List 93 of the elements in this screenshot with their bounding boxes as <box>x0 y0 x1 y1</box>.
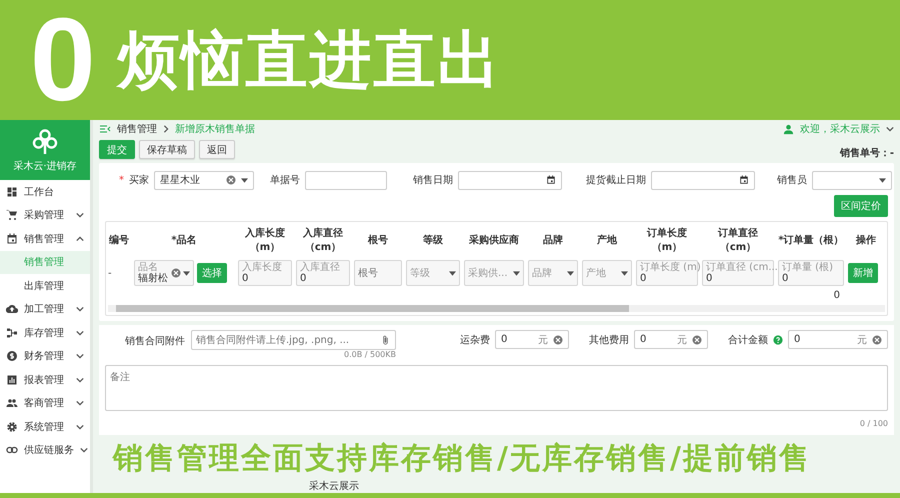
sidebar-item[interactable]: 报表管理 <box>0 368 90 392</box>
field-label: 其他费用 <box>589 334 629 346</box>
field-label: 销售合同附件 <box>125 335 185 348</box>
sidebar-item[interactable]: 客商管理 <box>0 392 90 415</box>
field-label: 运杂费 <box>460 334 490 346</box>
help-icon <box>773 334 783 344</box>
field-label: 销售员 <box>777 174 807 187</box>
column-header: *订单量（根） <box>777 234 845 248</box>
input-field[interactable] <box>305 170 387 190</box>
caret-down-icon <box>513 270 520 276</box>
input-field[interactable]: 入库直径 0 <box>296 260 350 286</box>
clear-icon[interactable] <box>171 268 181 278</box>
amount-field[interactable]: 0 元 <box>788 330 888 349</box>
caret-down-icon <box>449 270 456 276</box>
sidebar-item[interactable]: 供应链服务 <box>0 438 90 462</box>
cloud-upload-icon <box>6 303 18 316</box>
clear-icon[interactable] <box>226 175 236 185</box>
amount-field[interactable]: 0 元 <box>634 330 708 349</box>
toolbar-button[interactable]: 返回 <box>199 140 235 159</box>
field-label: 单据号 <box>270 174 300 187</box>
app-name: 采木云·进销存 <box>13 160 77 172</box>
field-label: 提货截止日期 <box>586 174 646 187</box>
banner-digit: 0 <box>30 1 96 119</box>
column-header: 订单长度（m） <box>646 226 688 255</box>
user-icon <box>783 124 794 135</box>
creator-name: 采木云展示 <box>309 481 359 492</box>
file-size: 0.0B / 500KB <box>344 350 396 359</box>
file-field[interactable]: 销售合同附件请上传.jpg, .png, ... <box>191 330 396 350</box>
chevron-down-icon <box>886 125 894 134</box>
logo-icon <box>31 128 59 156</box>
toolbar-button[interactable]: 保存草稿 <box>139 140 195 159</box>
select-field[interactable]: 星星木业 <box>154 170 254 190</box>
network-icon <box>6 326 18 339</box>
input-field[interactable]: 订单长度 (m) 0 <box>636 260 698 286</box>
column-header: *品名 <box>170 234 198 248</box>
sidebar-item[interactable]: 销售管理 <box>0 227 90 250</box>
column-header: 订单直径（cm） <box>716 226 759 255</box>
people-icon <box>6 397 18 410</box>
column-header: 根号 <box>366 234 389 248</box>
order-number: 销售单号：- <box>840 146 894 160</box>
calendar-icon <box>739 175 749 185</box>
caret-down-icon <box>621 270 628 276</box>
caret-down-icon <box>241 178 248 182</box>
sidebar-item[interactable]: 采购管理 <box>0 204 90 227</box>
input-field[interactable]: 入库长度 0 <box>238 260 292 286</box>
settings-icon <box>6 420 18 433</box>
date-field[interactable] <box>651 170 755 190</box>
amount-field[interactable]: 0 元 <box>495 330 569 349</box>
sidebar-item[interactable]: 财务管理 <box>0 344 90 368</box>
sidebar-item[interactable]: 加工管理 <box>0 298 90 321</box>
field-label: 合计金额 <box>728 334 768 346</box>
breadcrumb-link[interactable]: 销售管理 <box>117 122 157 136</box>
required-mark: * <box>119 174 124 186</box>
field-label: 买家 <box>129 174 149 187</box>
product-select[interactable]: 品名 辐射松 <box>134 260 194 286</box>
slogan: 销售管理全面支持库存销售/无库存销售/提前销售 <box>113 441 811 476</box>
sidebar-subitem[interactable]: 出库管理 <box>0 274 90 298</box>
caret-down-icon <box>567 270 574 276</box>
banner-headline: 烦恼直进直出 <box>118 22 502 98</box>
table-cell: - <box>108 268 112 278</box>
menu-icon <box>99 123 111 136</box>
clear-icon[interactable] <box>692 334 702 344</box>
input-field[interactable]: 订单量 (根) 0 <box>778 260 844 286</box>
caret-down-icon <box>183 270 190 276</box>
caret-down-icon <box>879 178 886 182</box>
calendar-icon <box>6 232 18 245</box>
clear-icon[interactable] <box>872 334 882 344</box>
column-header: 编号 <box>108 234 130 248</box>
bar-chart-icon <box>6 374 18 386</box>
column-header: 入库直径（cm） <box>302 226 344 255</box>
input-field[interactable]: 根号 <box>354 260 402 286</box>
field-label: 销售日期 <box>413 174 453 187</box>
column-header: 品牌 <box>542 234 564 248</box>
column-header: 入库长度（m） <box>244 226 286 255</box>
remarks-field[interactable]: 备注 <box>105 365 888 411</box>
clear-icon[interactable] <box>553 334 563 344</box>
sidebar-item[interactable]: 库存管理 <box>0 321 90 344</box>
dollar-icon <box>6 350 18 362</box>
column-header: 采购供应商 <box>468 233 520 248</box>
sidebar-item[interactable]: 系统管理 <box>0 415 90 438</box>
cart-icon <box>6 209 18 222</box>
summary-total: 0 <box>834 290 840 301</box>
column-header: 操作 <box>854 234 877 248</box>
column-header: 产地 <box>596 234 618 248</box>
date-field[interactable] <box>458 170 562 190</box>
column-header: 等级 <box>422 234 444 248</box>
chevron-right-icon <box>163 125 169 134</box>
char-counter: 0 / 100 <box>860 419 888 428</box>
calendar-icon <box>546 175 556 185</box>
select-field[interactable] <box>812 170 892 190</box>
dashboard-icon <box>6 186 18 198</box>
sidebar-item[interactable]: 工作台 <box>0 180 90 204</box>
scrollbar[interactable] <box>108 305 885 312</box>
